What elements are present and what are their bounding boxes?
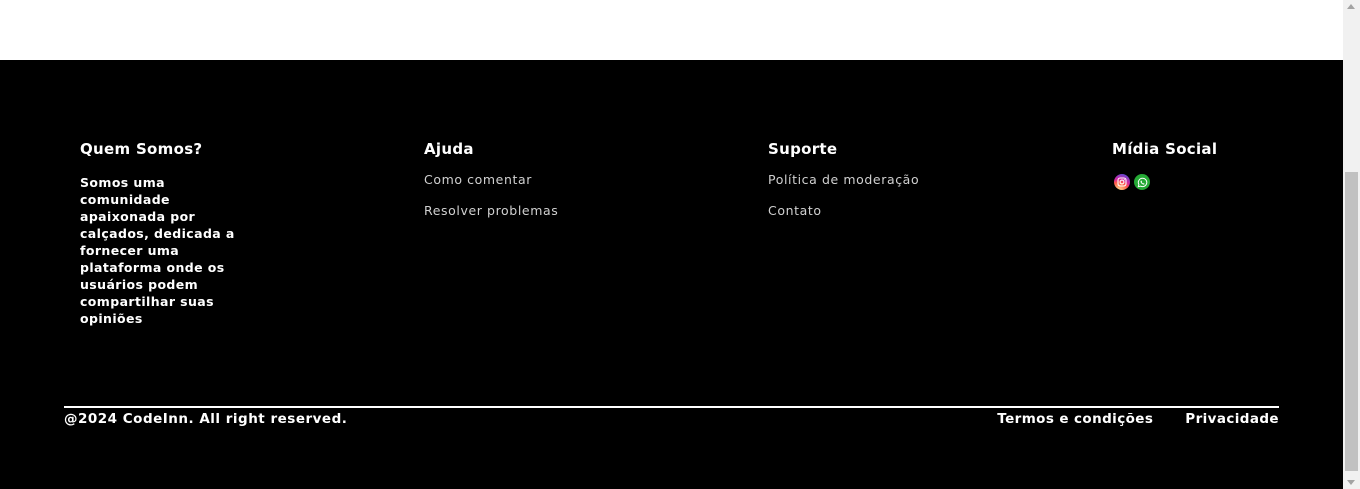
page: Quem Somos? Somos uma comunidade apaixon… — [0, 0, 1360, 489]
instagram-icon[interactable] — [1114, 174, 1130, 190]
scroll-down-arrow-icon[interactable] — [1347, 480, 1355, 485]
social-icons — [1112, 172, 1312, 190]
link-contato[interactable]: Contato — [768, 203, 1018, 219]
footer-support-section: Suporte Política de moderação Contato — [768, 140, 1018, 234]
scroll-up-arrow-icon[interactable] — [1347, 4, 1355, 9]
whatsapp-icon[interactable] — [1134, 174, 1150, 190]
scrollbar-thumb[interactable] — [1345, 172, 1358, 471]
about-text: Somos uma comunidade apaixonada por calç… — [80, 175, 235, 326]
link-resolver-problemas[interactable]: Resolver problemas — [424, 203, 674, 219]
social-heading: Mídia Social — [1112, 140, 1218, 158]
legal-links: Termos e condições Privacidade — [997, 410, 1279, 428]
footer-social-section: Mídia Social — [1112, 140, 1312, 190]
about-heading: Quem Somos? — [80, 140, 203, 158]
site-footer: Quem Somos? Somos uma comunidade apaixon… — [0, 60, 1343, 489]
content-area — [0, 0, 1343, 60]
footer-about-section: Quem Somos? Somos uma comunidade apaixon… — [80, 140, 240, 327]
support-links: Política de moderação Contato — [768, 172, 1018, 219]
help-links: Como comentar Resolver problemas — [424, 172, 674, 219]
link-termos-condicoes[interactable]: Termos e condições — [997, 410, 1153, 428]
link-como-comentar[interactable]: Como comentar — [424, 172, 674, 188]
link-politica-moderacao[interactable]: Política de moderação — [768, 172, 1018, 188]
footer-help-section: Ajuda Como comentar Resolver problemas — [424, 140, 674, 234]
link-privacidade[interactable]: Privacidade — [1185, 410, 1279, 428]
footer-divider — [64, 406, 1279, 408]
support-heading: Suporte — [768, 140, 838, 158]
help-heading: Ajuda — [424, 140, 474, 158]
vertical-scrollbar[interactable] — [1343, 0, 1360, 489]
copyright-text: @2024 CodeInn. All right reserved. — [64, 411, 348, 427]
